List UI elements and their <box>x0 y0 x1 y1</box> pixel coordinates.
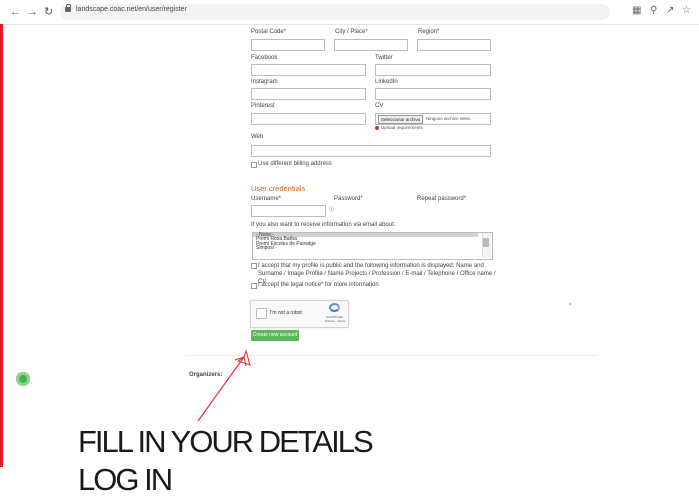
page-side-accent <box>0 24 3 467</box>
bookmark-star-icon[interactable]: ☆ <box>682 5 691 16</box>
city-input[interactable] <box>334 39 408 51</box>
profile-public-checkbox[interactable] <box>251 263 257 269</box>
username-input[interactable] <box>251 205 326 217</box>
lock-icon <box>65 4 71 12</box>
forward-icon[interactable]: → <box>27 5 38 19</box>
region-label: Region* <box>418 29 440 35</box>
upload-requirements-link[interactable]: Upload requirements <box>381 125 423 130</box>
pinterest-input[interactable] <box>251 113 366 125</box>
annotation-line-2: LOG IN <box>78 462 173 497</box>
twitter-label: Twitter <box>375 55 393 61</box>
postal-code-input[interactable] <box>251 39 325 51</box>
recaptcha-terms-link[interactable]: Privacy - Terms <box>325 319 346 323</box>
file-status: Ninguno archivo selec. <box>426 116 472 121</box>
annotation-line-1: FILL IN YOUR DETAILS <box>78 424 374 459</box>
region-input[interactable] <box>417 39 491 51</box>
postal-code-label: Postal Code* <box>251 29 287 35</box>
newsletter-select[interactable]: - None - Premi Rosa Barba Premi Escoles … <box>252 232 493 260</box>
facebook-label: Facebook <box>251 55 278 61</box>
decorative-dot <box>569 303 571 305</box>
zoom-icon[interactable]: ⚲ <box>650 5 657 16</box>
user-credentials-heading: User credentials <box>251 184 306 193</box>
share-icon[interactable]: ↗ <box>666 5 674 16</box>
web-label: Web <box>251 134 264 140</box>
back-icon[interactable]: ← <box>10 5 21 19</box>
url-text[interactable]: landscape.coac.net/en/user/register <box>76 6 187 13</box>
city-label: City / Place* <box>335 29 368 35</box>
pinterest-label: Pinterest <box>251 103 275 109</box>
password-label: Password* <box>334 196 363 202</box>
billing-checkbox-label: Use different billing address <box>258 161 332 167</box>
translate-icon[interactable]: ▦ <box>632 5 641 16</box>
annotation-arrow <box>197 349 251 422</box>
cv-label: CV <box>375 103 384 109</box>
warning-icon <box>375 126 379 130</box>
recaptcha-logo-icon <box>329 303 340 312</box>
select-scrollbar-thumb[interactable] <box>483 238 489 247</box>
legal-notice-label: I accept the legal notice* for more info… <box>258 282 379 288</box>
legal-notice-checkbox[interactable] <box>251 283 257 289</box>
username-label: Username* <box>251 196 282 202</box>
instagram-input[interactable] <box>251 88 366 100</box>
billing-checkbox[interactable] <box>251 162 257 168</box>
recaptcha-label: I'm not a robot <box>270 310 302 316</box>
facebook-input[interactable] <box>251 64 366 76</box>
reload-icon[interactable]: ↻ <box>44 5 53 19</box>
repeat-password-label: Repeat password* <box>417 196 467 202</box>
twitter-input[interactable] <box>375 64 491 76</box>
choose-file-button[interactable]: Seleccionar archivo <box>378 115 424 124</box>
linkedin-label: LinkedIn <box>375 79 398 85</box>
web-input[interactable] <box>251 145 491 157</box>
recaptcha-checkbox[interactable] <box>256 308 267 319</box>
instagram-label: Instagram <box>251 79 278 85</box>
password-help-icon[interactable]: ⓘ <box>329 206 334 213</box>
linkedin-input[interactable] <box>375 88 491 100</box>
info-prompt: If you also want to receive information … <box>251 222 396 228</box>
accessibility-icon[interactable] <box>16 372 30 386</box>
